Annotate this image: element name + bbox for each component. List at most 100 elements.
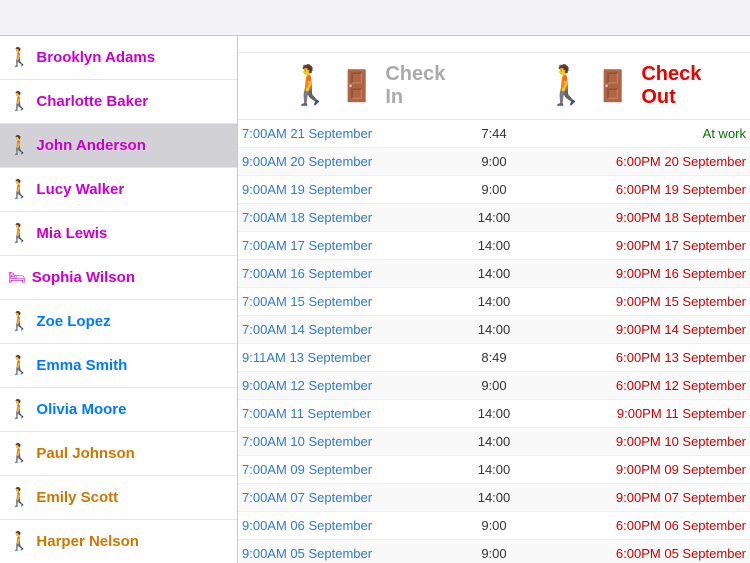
worker-name: John Anderson [36,137,145,154]
checkin-cell: 9:00AM 19 September [242,182,456,197]
walk-icon: 🚶 [8,531,30,552]
walk-icon: 🚶 [8,135,30,156]
hours-cell: 14:00 [456,210,531,225]
sidebar-item[interactable]: 🚶 Paul Johnson [0,432,237,476]
header [0,0,750,36]
checkout-cell: 9:00PM 09 September [532,462,746,477]
hours-cell: 7:44 [456,126,531,141]
table-row: 7:00AM 09 September 14:00 9:00PM 09 Sept… [238,456,750,484]
checkout-cell: 9:00PM 15 September [532,294,746,309]
hours-cell: 14:00 [456,322,531,337]
sidebar-item[interactable]: 🚶 Emma Smith [0,344,237,388]
hours-cell: 8:49 [456,350,531,365]
checkin-cell: 7:00AM 14 September [242,322,456,337]
table-row: 7:00AM 10 September 14:00 9:00PM 10 Sept… [238,428,750,456]
worker-name: Lucy Walker [36,181,124,198]
walk-icon: 🚶 [8,399,30,420]
sidebar-item[interactable]: 🚶 John Anderson [0,124,237,168]
checkout-cell: 6:00PM 19 September [532,182,746,197]
check-in-out-row: 🚶 🚪 CheckIn 🚶 🚪 CheckOut [238,53,750,120]
table-row: 9:11AM 13 September 8:49 6:00PM 13 Septe… [238,344,750,372]
hours-cell: 14:00 [456,490,531,505]
hours-cell: 14:00 [456,294,531,309]
checkout-cell: 9:00PM 07 September [532,490,746,505]
worker-name: Harper Nelson [36,533,139,550]
check-in-area[interactable]: 🚶 🚪 CheckIn [238,63,494,109]
checkout-cell: 9:00PM 17 September [532,238,746,253]
checkout-cell: 9:00PM 11 September [532,406,746,421]
checkin-cell: 7:00AM 07 September [242,490,456,505]
checkin-cell: 7:00AM 15 September [242,294,456,309]
check-in-label: CheckIn [385,63,445,109]
checkout-cell: 6:00PM 06 September [532,518,746,533]
checkin-cell: 7:00AM 16 September [242,266,456,281]
door-in-icon: 🚪 [338,69,375,104]
checkin-cell: 9:00AM 06 September [242,518,456,533]
table-row: 7:00AM 14 September 14:00 9:00PM 14 Sept… [238,316,750,344]
table-row: 7:00AM 17 September 14:00 9:00PM 17 Sept… [238,232,750,260]
sidebar-item[interactable]: 🚶 Zoe Lopez [0,300,237,344]
sleep-icon: 🛏 [8,269,26,286]
check-out-label: CheckOut [641,63,701,109]
checkin-cell: 9:00AM 05 September [242,546,456,561]
content-panel: 🚶 🚪 CheckIn 🚶 🚪 CheckOut 7:00AM 21 Septe… [238,36,750,563]
hours-cell: 9:00 [456,182,531,197]
walk-icon: 🚶 [8,91,30,112]
table-row: 9:00AM 19 September 9:00 6:00PM 19 Septe… [238,176,750,204]
worker-name: Paul Johnson [36,445,134,462]
walk-icon: 🚶 [8,355,30,376]
attendance-table: 7:00AM 21 September 7:44 At work 9:00AM … [238,120,750,563]
table-row: 7:00AM 15 September 14:00 9:00PM 15 Sept… [238,288,750,316]
checkin-cell: 9:00AM 12 September [242,378,456,393]
checkout-cell: 9:00PM 10 September [532,434,746,449]
walk-icon: 🚶 [8,47,30,68]
hours-cell: 9:00 [456,518,531,533]
sidebar-item[interactable]: 🚶 Olivia Moore [0,388,237,432]
content-header [238,36,750,53]
worker-name: Mia Lewis [36,225,107,242]
checkin-cell: 7:00AM 17 September [242,238,456,253]
checkin-cell: 7:00AM 10 September [242,434,456,449]
check-out-area[interactable]: 🚶 🚪 CheckOut [494,63,750,109]
sidebar-item[interactable]: 🚶 Emily Scott [0,476,237,520]
checkin-cell: 7:00AM 18 September [242,210,456,225]
walk-out-icon: 🚶 [543,64,590,108]
checkout-cell: 6:00PM 12 September [532,378,746,393]
walk-icon: 🚶 [8,179,30,200]
hours-cell: 14:00 [456,434,531,449]
hours-cell: 9:00 [456,546,531,561]
sidebar-item[interactable]: 🚶 Harper Nelson [0,520,237,563]
walk-icon: 🚶 [8,443,30,464]
door-out-icon: 🚪 [594,69,631,104]
worker-name: Charlotte Baker [36,93,148,110]
sidebar-item[interactable]: 🚶 Charlotte Baker [0,80,237,124]
hours-cell: 14:00 [456,238,531,253]
table-row: 7:00AM 18 September 14:00 9:00PM 18 Sept… [238,204,750,232]
hours-cell: 14:00 [456,406,531,421]
table-row: 7:00AM 16 September 14:00 9:00PM 16 Sept… [238,260,750,288]
checkin-cell: 7:00AM 21 September [242,126,456,141]
checkout-cell: 9:00PM 16 September [532,266,746,281]
checkout-cell: 6:00PM 20 September [532,154,746,169]
worker-name: Zoe Lopez [36,313,110,330]
walk-icon: 🚶 [8,311,30,332]
checkin-cell: 7:00AM 09 September [242,462,456,477]
sidebar-item[interactable]: 🚶 Mia Lewis [0,212,237,256]
hours-cell: 9:00 [456,154,531,169]
worker-name: Sophia Wilson [32,269,135,286]
walk-icon: 🚶 [8,223,30,244]
worker-name: Olivia Moore [36,401,126,418]
checkout-cell: 9:00PM 18 September [532,210,746,225]
main-layout: 🚶Brooklyn Adams🚶Charlotte Baker🚶John And… [0,36,750,563]
sidebar-item[interactable]: 🚶 Lucy Walker [0,168,237,212]
workers-sidebar: 🚶Brooklyn Adams🚶Charlotte Baker🚶John And… [0,36,238,563]
worker-name: Emily Scott [36,489,118,506]
checkout-cell: 6:00PM 05 September [532,546,746,561]
sidebar-item[interactable]: 🛏 Sophia Wilson [0,256,237,300]
checkout-cell: 6:00PM 13 September [532,350,746,365]
table-row: 9:00AM 12 September 9:00 6:00PM 12 Septe… [238,372,750,400]
walk-icon: 🚶 [8,487,30,508]
hours-cell: 14:00 [456,462,531,477]
sidebar-item[interactable]: 🚶Brooklyn Adams [0,36,237,80]
worker-name: Emma Smith [36,357,127,374]
